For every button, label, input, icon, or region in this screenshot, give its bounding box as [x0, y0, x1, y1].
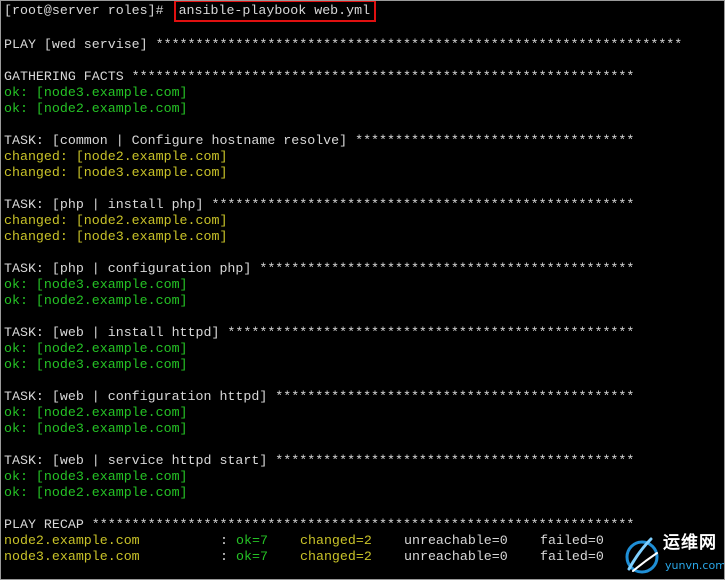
recap-unreachable: unreachable=0 [404, 549, 508, 564]
result-line: ok: [node2.example.com] [4, 293, 188, 308]
result-line: ok: [node2.example.com] [4, 341, 188, 356]
recap-separator: : [220, 533, 228, 548]
result-line: changed: [node3.example.com] [4, 229, 228, 244]
task-header: TASK: [common | Configure hostname resol… [4, 133, 635, 148]
recap-ok: ok=7 [236, 533, 268, 548]
recap-changed: changed=2 [300, 549, 372, 564]
gathering-facts-header: GATHERING FACTS ************************… [4, 69, 635, 84]
result-line: changed: [node3.example.com] [4, 165, 228, 180]
recap-separator: : [220, 549, 228, 564]
result-line: ok: [node3.example.com] [4, 85, 188, 100]
result-line: ok: [node3.example.com] [4, 469, 188, 484]
recap-changed: changed=2 [300, 533, 372, 548]
recap-host: node2.example.com [4, 533, 140, 548]
recap-failed: failed=0 [540, 549, 604, 564]
site-watermark: 运维网 yunvn.com [621, 531, 724, 577]
task-header: TASK: [web | install httpd] ************… [4, 325, 635, 340]
task-header: TASK: [php | configuration php] ********… [4, 261, 635, 276]
recap-ok: ok=7 [236, 549, 268, 564]
recap-unreachable: unreachable=0 [404, 533, 508, 548]
result-line: ok: [node3.example.com] [4, 277, 188, 292]
shell-prompt: [root@server roles]# [4, 3, 172, 18]
result-line: ok: [node3.example.com] [4, 421, 188, 436]
result-line: ok: [node2.example.com] [4, 485, 188, 500]
recap-host: node3.example.com [4, 549, 140, 564]
watermark-logo-icon [625, 537, 659, 574]
result-line: changed: [node2.example.com] [4, 149, 228, 164]
task-header: TASK: [php | install php] **************… [4, 197, 635, 212]
highlighted-command: ansible-playbook web.yml [173, 1, 377, 22]
terminal-window[interactable]: [root@server roles]# ansible-playbook we… [0, 0, 725, 580]
task-header: TASK: [web | configuration httpd] ******… [4, 389, 635, 404]
play-recap-header: PLAY RECAP *****************************… [4, 517, 635, 532]
result-line: ok: [node3.example.com] [4, 357, 188, 372]
result-line: ok: [node2.example.com] [4, 405, 188, 420]
result-line: ok: [node2.example.com] [4, 101, 188, 116]
play-header: PLAY [wed servise] *********************… [4, 37, 683, 52]
command-line: [root@server roles]# ansible-playbook we… [4, 1, 377, 22]
watermark-url: yunvn.com [665, 559, 725, 572]
task-header: TASK: [web | service httpd start] ******… [4, 453, 635, 468]
result-line: changed: [node2.example.com] [4, 213, 228, 228]
watermark-brand: 运维网 [663, 533, 717, 553]
recap-failed: failed=0 [540, 533, 604, 548]
